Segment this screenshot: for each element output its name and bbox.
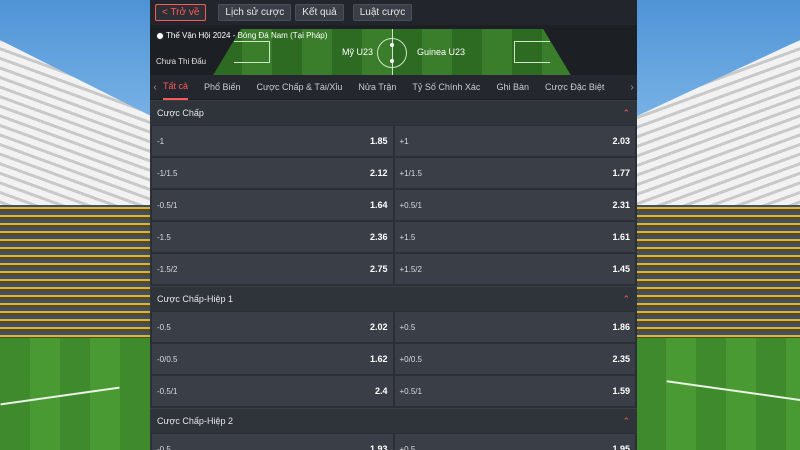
odds-row: -1/1.5 2.12 +1/1.5 1.77	[150, 158, 637, 188]
handicap-label: +1.5/2	[399, 264, 422, 274]
away-team: Guinea U23	[417, 47, 466, 57]
handicap-label: -0.5	[157, 444, 171, 450]
odds-cell[interactable]: +1/1.5 1.77	[394, 158, 635, 188]
odds-cell[interactable]: -0.5/1 1.64	[152, 190, 393, 220]
home-team: Mỹ U23	[342, 47, 374, 57]
handicap-label: +0.5/1	[399, 200, 422, 210]
handicap-label: -0.5	[157, 322, 171, 332]
rules-button[interactable]: Luật cược	[352, 4, 413, 21]
handicap-label: +1/1.5	[399, 168, 422, 178]
odds-cell[interactable]: +0.5/1 2.31	[394, 190, 635, 220]
odds-cell[interactable]: -0.5/1 2.4	[152, 376, 393, 406]
odds-value: 1.62	[369, 354, 388, 364]
odds-value: 1.59	[612, 386, 630, 396]
odds-value: 1.64	[369, 200, 388, 210]
tab-3[interactable]: Nửa Trận	[358, 75, 396, 100]
handicap-label: -1.5/2	[157, 264, 178, 274]
collapse-chevron-icon[interactable]: ⌃	[622, 108, 630, 119]
handicap-label: +1	[399, 136, 409, 146]
odds-cell[interactable]: +1.5/2 1.45	[394, 254, 635, 284]
handicap-label: +0.5	[399, 322, 416, 332]
odds-row: -1.5 2.36 +1.5 1.61	[150, 222, 637, 252]
tabs-scroll-right-icon[interactable]: ›	[627, 82, 637, 93]
odds-cell[interactable]: +0.5/1 1.59	[394, 376, 635, 406]
odds-cell[interactable]: +0.5 1.86	[394, 312, 635, 342]
handicap-label: -0/0.5	[157, 354, 178, 364]
tab-2[interactable]: Cược Chấp & Tài/Xỉu	[257, 75, 343, 100]
stadium-background-right	[636, 0, 800, 450]
market-section-title: Cược Chấp-Hiệp 1	[157, 294, 233, 304]
handicap-label: -0.5/1	[157, 200, 178, 210]
odds-cell[interactable]: -1 1.85	[152, 126, 393, 156]
tab-1[interactable]: Phổ Biến	[204, 75, 241, 100]
odds-value: 2.02	[369, 322, 388, 332]
odds-value: 1.95	[612, 444, 630, 450]
odds-value: 2.31	[612, 200, 630, 210]
collapse-chevron-icon[interactable]: ⌃	[622, 294, 630, 305]
handicap-label: +0/0.5	[399, 354, 422, 364]
handicap-label: +0.5	[399, 444, 416, 450]
odds-value: 2.35	[612, 354, 630, 364]
odds-cell[interactable]: +1.5 1.61	[394, 222, 635, 252]
odds-value: 1.77	[612, 168, 630, 178]
league-title: Thế Vận Hội 2024 - Bóng Đá Nam (Tại Pháp…	[156, 31, 327, 40]
odds-cell[interactable]: -1.5/2 2.75	[152, 254, 393, 284]
market-section-header[interactable]: Cược Chấp ⌃	[150, 100, 637, 125]
odds-cell[interactable]: -1.5 2.36	[152, 222, 393, 252]
market-section-title: Cược Chấp	[157, 108, 204, 118]
odds-cell[interactable]: -0/0.5 1.62	[152, 344, 393, 374]
odds-cell[interactable]: -0.5 2.02	[152, 312, 393, 342]
market-section-title: Cược Chấp-Hiệp 2	[157, 416, 233, 426]
odds-cell[interactable]: +0/0.5 2.35	[394, 344, 635, 374]
odds-value: 2.12	[369, 168, 388, 178]
odds-cell[interactable]: +1 2.03	[394, 126, 635, 156]
handicap-label: -1.5	[157, 232, 171, 242]
bet-history-button[interactable]: Lịch sử cược	[218, 4, 292, 21]
back-button[interactable]: < Trở về	[155, 4, 207, 21]
odds-value: 1.93	[369, 444, 388, 450]
odds-row: -0.5 2.02 +0.5 1.86	[150, 312, 637, 342]
market-section-header[interactable]: Cược Chấp-Hiệp 2 ⌃	[150, 408, 637, 433]
league-name: Thế Vận Hội 2024 - Bóng Đá Nam (Tại Pháp…	[166, 31, 328, 40]
match-header: Thế Vận Hội 2024 - Bóng Đá Nam (Tại Pháp…	[150, 25, 637, 75]
football-icon	[156, 31, 164, 40]
markets-list: Cược Chấp ⌃ -1 1.85 +1 2.03 -1/1.5 2.12 +1/1.5 1.…	[150, 100, 637, 450]
tab-4[interactable]: Tỷ Số Chính Xác	[412, 75, 480, 100]
odds-cell[interactable]: -1/1.5 2.12	[152, 158, 393, 188]
results-button[interactable]: Kết quả	[295, 4, 344, 21]
odds-value: 1.45	[612, 264, 630, 274]
tab-6[interactable]: Cược Đặc Biệt	[545, 75, 604, 100]
match-status: Chưa Thi Đấu	[156, 57, 207, 66]
stadium-background-left	[0, 0, 152, 450]
handicap-label: -0.5/1	[157, 386, 178, 396]
tabs-scroll-left-icon[interactable]: ‹	[150, 82, 160, 93]
odds-row: -1 1.85 +1 2.03	[150, 126, 637, 156]
handicap-label: -1	[157, 136, 165, 146]
odds-value: 2.03	[612, 136, 630, 146]
odds-value: 1.86	[612, 322, 630, 332]
odds-row: -0.5/1 1.64 +0.5/1 2.31	[150, 190, 637, 220]
odds-row: -0.5/1 2.4 +0.5/1 1.59	[150, 376, 637, 406]
handicap-label: +0.5/1	[399, 386, 422, 396]
collapse-chevron-icon[interactable]: ⌃	[622, 416, 630, 427]
odds-value: 2.75	[369, 264, 388, 274]
market-tabs: ‹ Tất cả Phổ Biến Cược Chấp & Tài/Xỉu Nửa T…	[150, 75, 637, 100]
odds-cell[interactable]: +0.5 1.95	[394, 434, 635, 450]
odds-row: -0.5 1.93 +0.5 1.95	[150, 434, 637, 450]
market-section-header[interactable]: Cược Chấp-Hiệp 1 ⌃	[150, 286, 637, 311]
odds-value: 2.4	[374, 386, 388, 396]
tab-5[interactable]: Ghi Bàn	[496, 75, 529, 100]
odds-row: -1.5/2 2.75 +1.5/2 1.45	[150, 254, 637, 284]
tab-0[interactable]: Tất cả	[163, 75, 189, 100]
odds-value: 2.36	[369, 232, 388, 242]
odds-value: 1.61	[612, 232, 630, 242]
top-bar: < Trở về Lịch sử cược Kết quả Luật cược	[150, 0, 637, 25]
handicap-label: +1.5	[399, 232, 416, 242]
handicap-label: -1/1.5	[157, 168, 178, 178]
odds-value: 1.85	[369, 136, 388, 146]
betting-panel: < Trở về Lịch sử cược Kết quả Luật cược …	[150, 0, 637, 450]
odds-row: -0/0.5 1.62 +0/0.5 2.35	[150, 344, 637, 374]
odds-cell[interactable]: -0.5 1.93	[152, 434, 393, 450]
